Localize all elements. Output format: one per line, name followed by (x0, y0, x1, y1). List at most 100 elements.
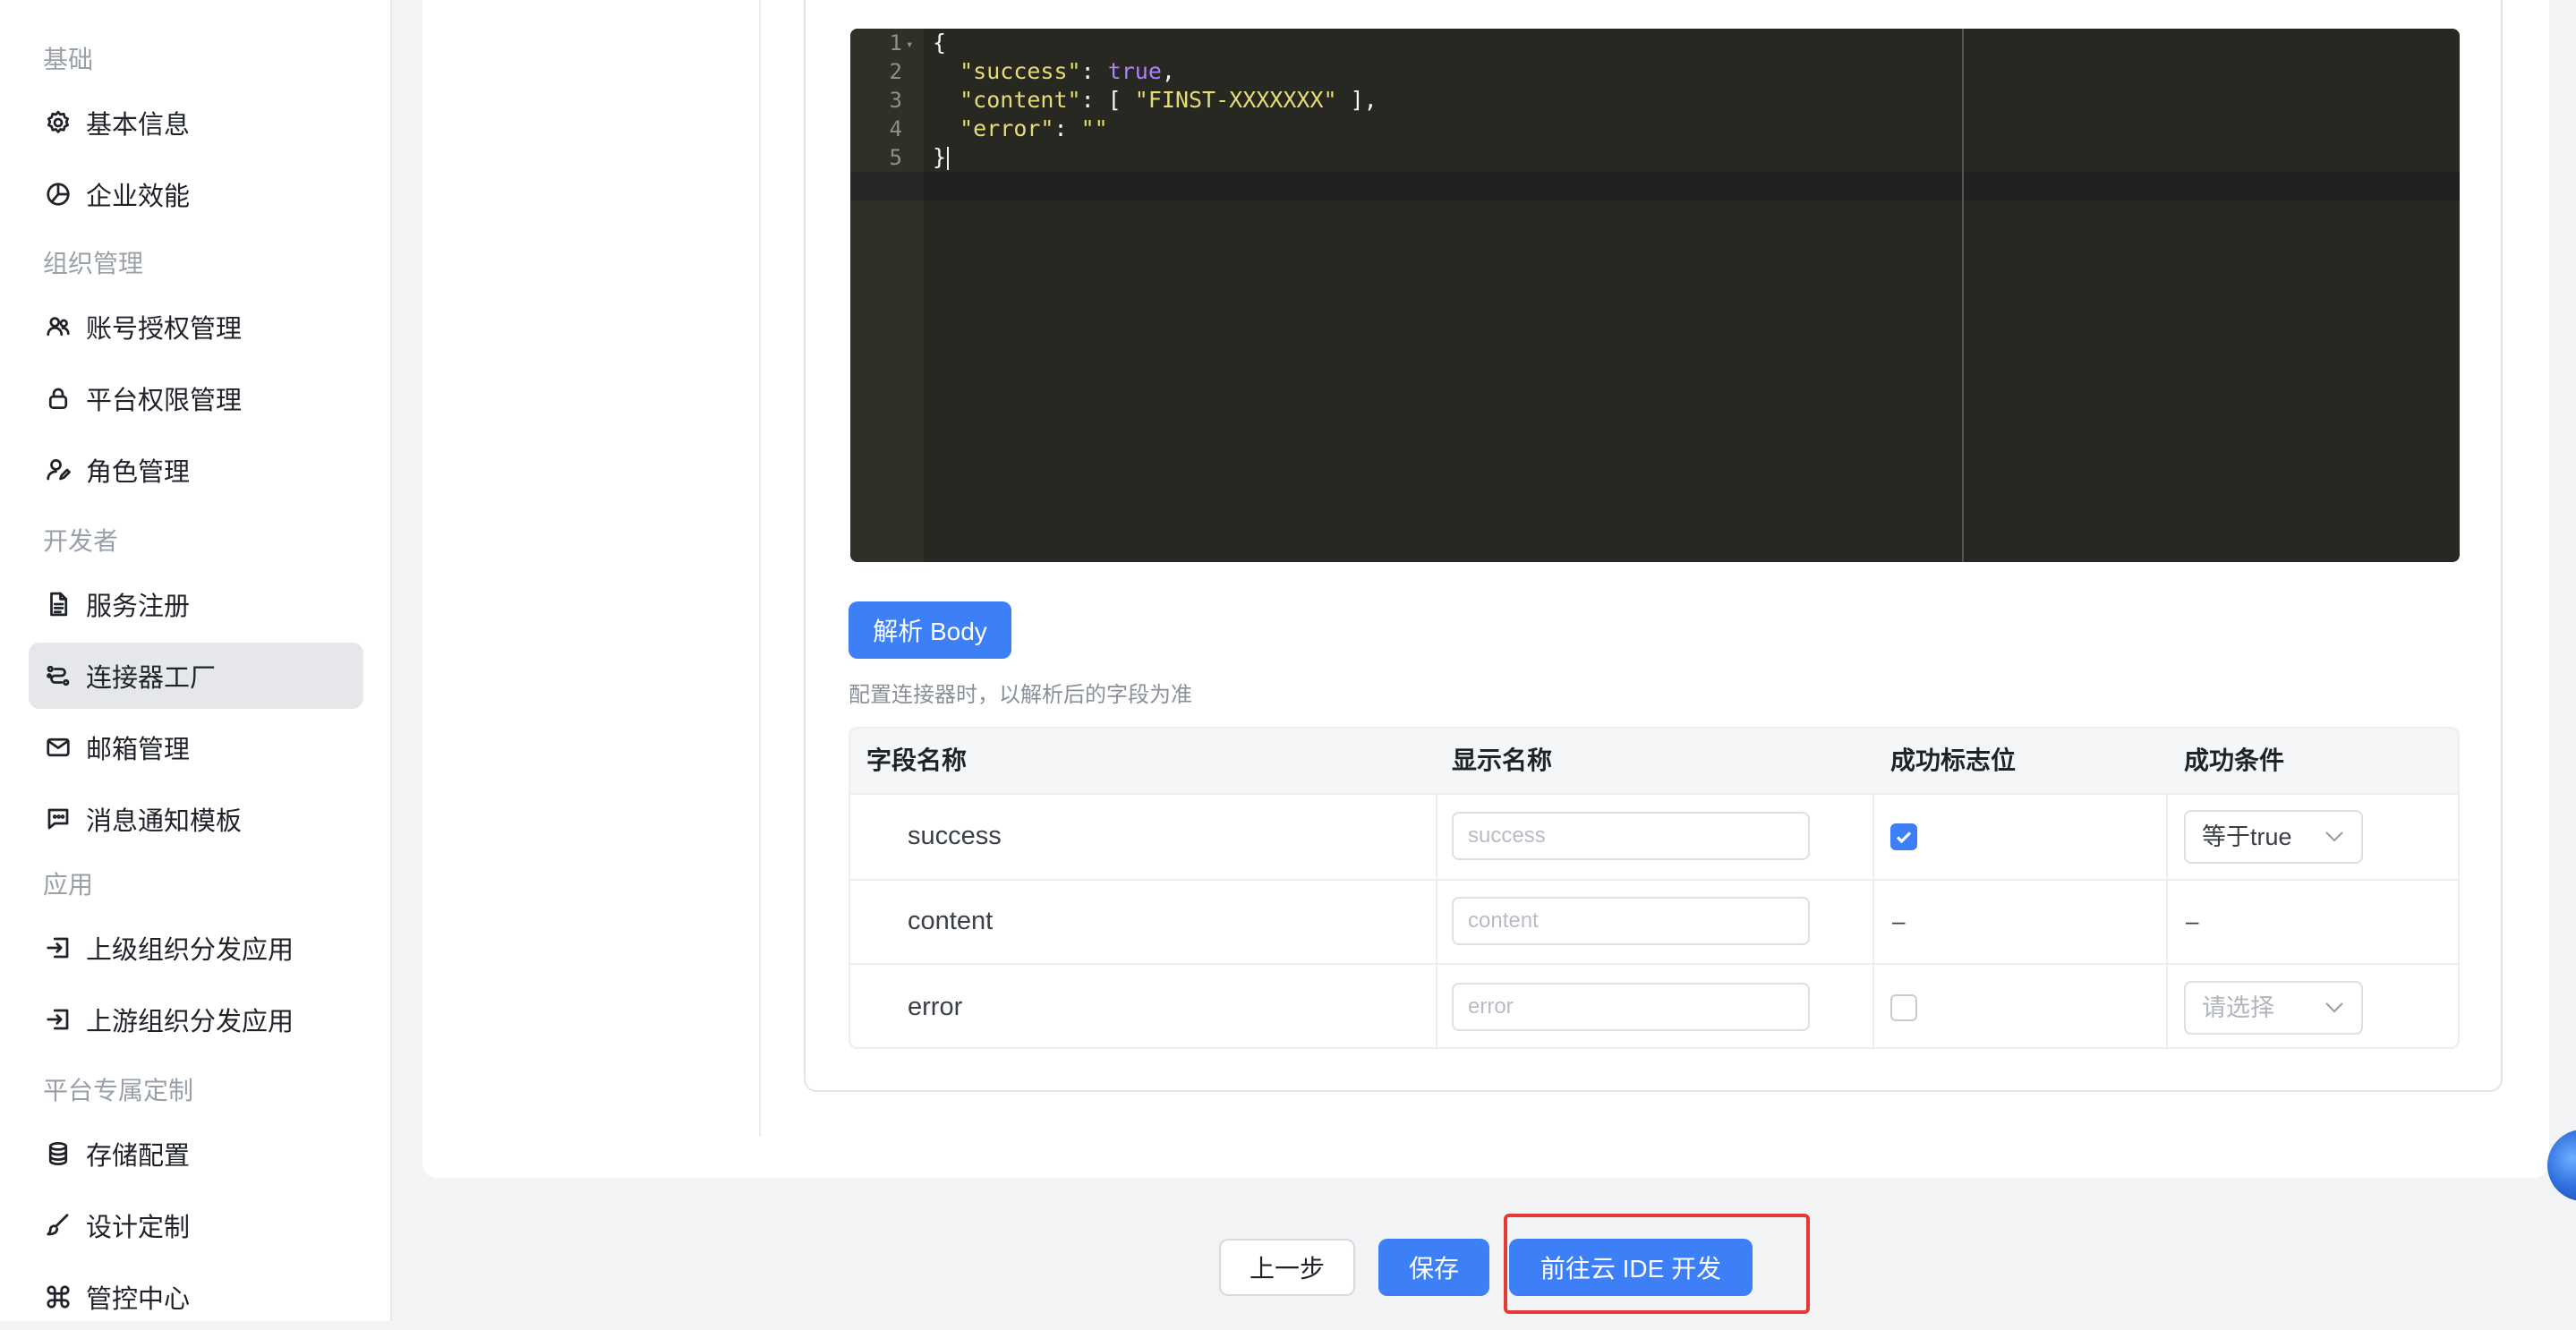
login-icon (43, 933, 73, 963)
code-token: "error" (960, 115, 1054, 141)
sidebar-item[interactable]: 上游组织分发应用 (29, 986, 363, 1053)
connector-icon (43, 661, 73, 691)
code-line: "error": "" (933, 115, 1108, 143)
sidebar-item-label: 企业效能 (86, 183, 191, 211)
sidebar-item[interactable]: 存储配置 (29, 1121, 363, 1187)
success-condition-select[interactable]: 请选择 (2184, 981, 2363, 1035)
active-line (850, 172, 2460, 200)
sidebar-item-label: 设计定制 (86, 1214, 191, 1242)
mail-icon (43, 732, 73, 763)
document-icon (43, 589, 73, 619)
sidebar-group-title: 组织管理 (43, 250, 144, 277)
code-token: } (933, 144, 947, 170)
parse-hint: 配置连接器时，以解析后的字段为准 (849, 683, 1192, 707)
table-row: content content – – (850, 879, 2458, 963)
database-icon (43, 1138, 73, 1169)
sidebar-item[interactable]: 角色管理 (29, 437, 363, 503)
sidebar-item[interactable]: 消息通知模板 (29, 786, 363, 852)
prev-step-button[interactable]: 上一步 (1219, 1239, 1355, 1296)
success-condition-select[interactable]: 等于true (2184, 810, 2363, 864)
header-success-flag: 成功标志位 (1890, 746, 2017, 774)
line-number: 3 (889, 88, 902, 113)
table-header: 字段名称 显示名称 成功标志位 成功条件 (850, 729, 2458, 793)
select-value: 等于true (2202, 823, 2292, 850)
sidebar-item[interactable]: 账号授权管理 (29, 294, 363, 360)
sidebar-item-label: 邮箱管理 (86, 736, 191, 764)
sidebar-item[interactable]: 服务注册 (29, 571, 363, 637)
display-name-input[interactable]: content (1452, 897, 1810, 945)
select-value: 请选择 (2202, 994, 2274, 1021)
sidebar-item[interactable]: 邮箱管理 (29, 714, 363, 780)
code-line: { (933, 29, 946, 57)
sidebar-item[interactable]: 连接器工厂 (29, 643, 363, 709)
sidebar-item[interactable]: 基本信息 (29, 90, 363, 156)
sidebar-item-label: 服务注册 (86, 593, 191, 621)
sidebar-group-title: 应用 (43, 871, 94, 899)
assistant-avatar-icon[interactable] (2547, 1130, 2576, 1201)
field-name: error (908, 993, 963, 1021)
code-token: : (1080, 58, 1108, 84)
display-name-input[interactable]: error (1452, 983, 1810, 1031)
sidebar-group-title: 基础 (43, 46, 94, 73)
header-field-name: 字段名称 (866, 746, 968, 774)
code-token: : (1053, 115, 1081, 141)
sidebar-item[interactable]: 设计定制 (29, 1192, 363, 1258)
gear-icon (43, 107, 73, 138)
save-button[interactable]: 保存 (1378, 1239, 1489, 1296)
lock-icon (43, 383, 73, 413)
display-name-input[interactable]: success (1452, 812, 1810, 860)
code-token: : [ (1080, 87, 1135, 113)
chevron-down-icon (2325, 831, 2343, 842)
sidebar-item[interactable]: 管控中心 (29, 1264, 363, 1330)
code-token: { (933, 30, 947, 55)
sidebar-item-label: 基本信息 (86, 111, 191, 140)
sidebar-item-label: 角色管理 (86, 458, 191, 487)
line-number: 5 (889, 145, 902, 170)
pie-chart-icon (43, 179, 73, 209)
message-icon (43, 804, 73, 834)
header-success-condition: 成功条件 (2184, 746, 2285, 774)
text-cursor (947, 147, 950, 170)
line-number: 4 (889, 116, 902, 141)
parse-body-button[interactable]: 解析 Body (849, 601, 1011, 659)
user-edit-icon (43, 455, 73, 485)
sidebar-group-title: 开发者 (43, 527, 119, 555)
fold-arrow-icon[interactable]: ▾ (906, 38, 913, 52)
code-token: "content" (960, 87, 1081, 113)
success-flag-checkbox[interactable] (1890, 823, 1917, 850)
sidebar-item-label: 上游组织分发应用 (86, 1008, 294, 1036)
success-flag-checkbox[interactable] (1890, 994, 1917, 1021)
field-table: 字段名称 显示名称 成功标志位 成功条件 success success 等于tru… (849, 727, 2460, 1049)
table-row: error error 请选择 (850, 963, 2458, 1047)
divider (759, 0, 761, 1137)
sidebar-item[interactable]: 平台权限管理 (29, 365, 363, 431)
field-name: content (908, 907, 994, 935)
check-icon (1896, 831, 1912, 844)
sidebar-item-label: 平台权限管理 (86, 387, 243, 415)
chevron-down-icon (2325, 1002, 2343, 1013)
code-token: "" (1080, 115, 1108, 141)
code-line: "success": true, (933, 57, 1175, 86)
highlight-annotation (1504, 1214, 1810, 1314)
code-token: "FINST-XXXXXXX" (1134, 87, 1337, 113)
sidebar-item-label: 上级组织分发应用 (86, 936, 294, 965)
code-line: } (933, 143, 950, 172)
code-token: , (1161, 58, 1175, 84)
sidebar-item-label: 消息通知模板 (86, 807, 243, 836)
sidebar: 基础基本信息企业效能组织管理账号授权管理 平台权限管理 角色管理开发者服务注册连接器… (0, 0, 392, 1321)
sidebar-item[interactable]: 上级组织分发应用 (29, 915, 363, 981)
code-line: "content": [ "FINST-XXXXXXX" ], (933, 86, 1378, 115)
users-icon (43, 311, 73, 342)
sidebar-item-label: 管控中心 (86, 1285, 191, 1314)
json-editor[interactable]: ▾ 1 2 3 4 5 { "success": true, "content": [ "… (850, 29, 2460, 562)
sidebar-item-label: 存储配置 (86, 1142, 191, 1171)
line-number: 1 (889, 30, 902, 55)
code-token: ], (1336, 87, 1378, 113)
sidebar-item[interactable]: 企业效能 (29, 161, 363, 227)
sidebar-item-label: 账号授权管理 (86, 315, 243, 344)
line-number: 2 (889, 59, 902, 84)
header-display-name: 显示名称 (1452, 746, 1553, 774)
